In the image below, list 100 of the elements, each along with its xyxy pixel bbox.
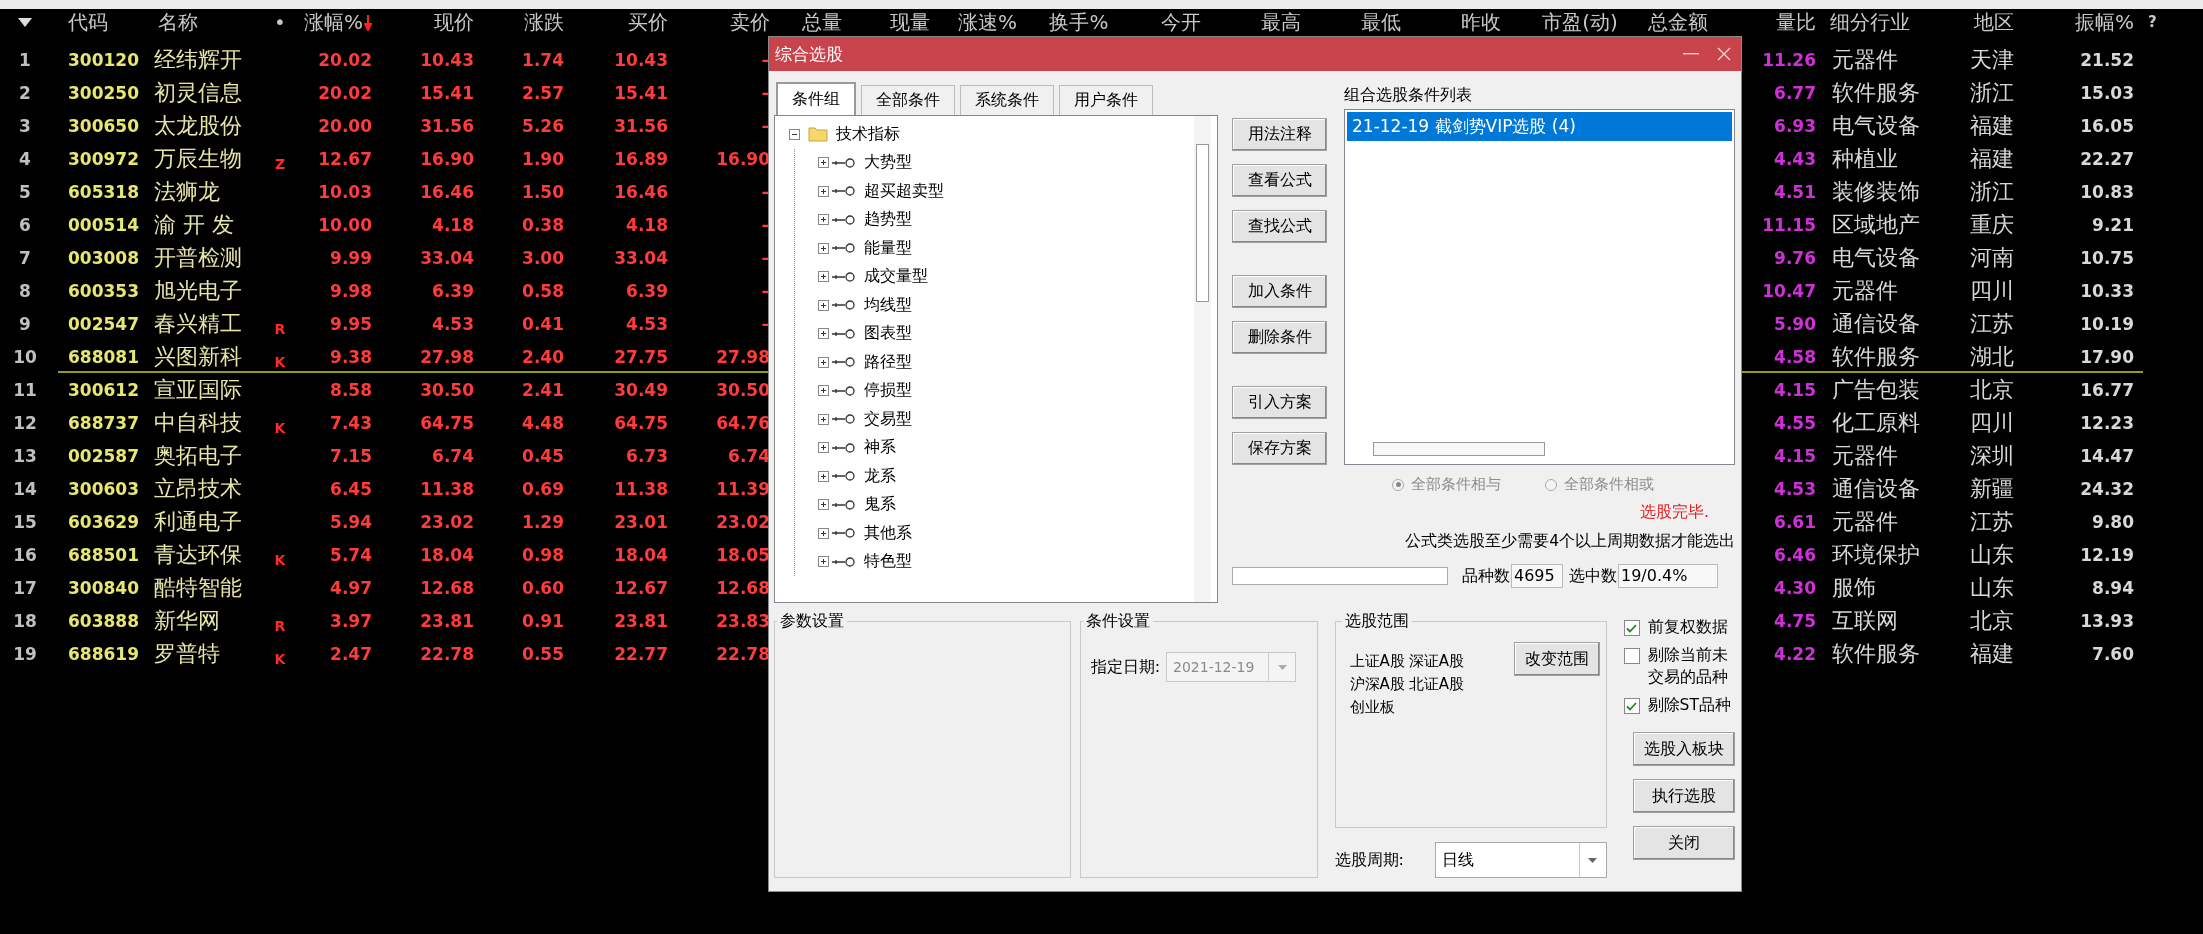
dialog-button[interactable]: 引入方案 [1232, 386, 1327, 419]
expander-icon[interactable] [818, 271, 829, 283]
list-item[interactable]: 21-12-19 截剑势VIP选股 (4) [1347, 112, 1732, 141]
table-cell-text: 23.81 [419, 610, 474, 631]
change-range-button[interactable]: 改变范围 [1513, 642, 1600, 676]
stock-name: 法狮龙 [153, 177, 221, 206]
tree-item[interactable]: 技术指标 [836, 123, 900, 145]
table-cell-text: 11.15 [1761, 214, 1816, 235]
expander-icon[interactable] [818, 157, 829, 169]
tree-item[interactable]: 鬼系 [864, 494, 896, 516]
tree-item[interactable]: 大势型 [864, 152, 912, 174]
dialog-button[interactable]: 关闭 [1633, 826, 1735, 860]
tree-item[interactable]: 特色型 [864, 551, 912, 573]
column-header[interactable]: 振幅% [2075, 10, 2134, 35]
expander-icon[interactable] [818, 299, 829, 311]
tree-item[interactable]: 超买超卖型 [864, 180, 944, 202]
tree-item[interactable]: 其他系 [864, 522, 912, 544]
tree-item[interactable]: 交易型 [864, 408, 912, 430]
expander-icon[interactable] [818, 527, 829, 539]
dialog-button[interactable]: 执行选股 [1633, 779, 1735, 813]
table-cell-text: 4.97 [329, 577, 372, 598]
table-cell-text: 5.26 [521, 115, 564, 136]
column-header[interactable]: 卖价 [730, 10, 770, 35]
checkbox[interactable] [1623, 620, 1640, 636]
expander-icon[interactable] [789, 128, 800, 140]
expander-icon[interactable] [818, 328, 829, 340]
table-cell-text: 6.61 [1773, 511, 1816, 532]
table-cell-text: 5.94 [329, 511, 372, 532]
scrollbar[interactable] [1194, 116, 1211, 602]
dropdown-icon[interactable] [18, 18, 32, 27]
expander-icon[interactable] [818, 556, 829, 568]
checkbox[interactable] [1623, 648, 1640, 664]
tab[interactable]: 全部条件 [861, 85, 955, 115]
tree-item[interactable]: 能量型 [864, 237, 912, 259]
column-header[interactable]: 买价 [628, 10, 668, 35]
dialog-button[interactable]: 查看公式 [1232, 164, 1327, 197]
radio-label: 全部条件相或 [1564, 475, 1654, 494]
expander-icon[interactable] [818, 413, 829, 425]
dialog-button[interactable]: 查找公式 [1232, 210, 1327, 243]
column-header[interactable]: 涨幅% [304, 10, 372, 35]
table-cell-text: 0.91 [521, 610, 564, 631]
tree-item[interactable]: 神系 [864, 437, 896, 459]
column-header[interactable]: ? [2148, 10, 2157, 35]
column-header[interactable]: 涨跌 [524, 10, 564, 35]
tree-item[interactable]: 成交量型 [864, 266, 928, 288]
expander-icon[interactable] [818, 470, 829, 482]
expander-icon[interactable] [818, 242, 829, 254]
dialog-button[interactable]: 选股入板块 [1633, 732, 1735, 766]
column-header[interactable]: 现价 [434, 10, 474, 35]
dialog-button[interactable]: 保存方案 [1232, 432, 1327, 465]
column-header[interactable]: 换手% [1049, 10, 1109, 35]
industry-cell-text: 装修装饰 [1831, 177, 1921, 206]
column-header[interactable]: 地区 [1974, 10, 2014, 35]
stock-flag-label: K [274, 651, 286, 667]
table-cell-text: 2.57 [521, 82, 564, 103]
expander-icon[interactable] [818, 356, 829, 368]
tab[interactable]: 条件组 [776, 82, 856, 115]
tree-item[interactable]: 图表型 [864, 323, 912, 345]
stock-name: 经纬辉开 [153, 45, 243, 74]
column-header[interactable]: • [274, 10, 286, 35]
scrollbar[interactable] [1373, 442, 1545, 456]
expander-icon[interactable] [818, 214, 829, 226]
column-header[interactable]: 总量 [801, 10, 842, 35]
column-header[interactable]: 量比 [1776, 10, 1816, 35]
dialog-button[interactable]: 用法注释 [1232, 118, 1327, 151]
column-header[interactable]: 市盈(动) [1542, 10, 1618, 35]
period-dropdown[interactable]: 日线 [1434, 842, 1607, 878]
tree-item[interactable]: 趋势型 [864, 209, 912, 231]
column-header[interactable]: 最低 [1361, 10, 1401, 35]
field-label: 选股周期: [1334, 849, 1404, 871]
table-cell-text: 1.74 [521, 49, 564, 70]
region-cell-text: 河南 [1969, 243, 2015, 272]
column-header[interactable]: 代码 [68, 10, 108, 35]
dialog-button[interactable]: 删除条件 [1232, 321, 1327, 354]
tree-item[interactable]: 均线型 [864, 294, 912, 316]
column-header[interactable]: 今开 [1160, 10, 1201, 35]
column-header[interactable]: 总金额 [1647, 10, 1708, 35]
expander-icon[interactable] [818, 442, 829, 454]
dialog-button[interactable]: 加入条件 [1232, 275, 1327, 308]
expander-icon[interactable] [818, 385, 829, 397]
tree-item[interactable]: 龙系 [864, 465, 896, 487]
tab[interactable]: 系统条件 [960, 85, 1054, 115]
checkbox[interactable] [1623, 698, 1640, 714]
column-header[interactable]: 现量 [890, 10, 930, 35]
column-header[interactable]: 昨收 [1460, 10, 1501, 35]
table-cell-text: 18.04 [613, 544, 668, 565]
column-header[interactable]: 名称 [158, 10, 198, 35]
tree-item[interactable]: 路径型 [864, 351, 912, 373]
region-cell-text: 江苏 [1969, 309, 2015, 338]
tab[interactable]: 用户条件 [1059, 85, 1153, 115]
column-header[interactable]: 涨速% [958, 10, 1017, 35]
table-cell-text: 10.03 [317, 181, 372, 202]
column-header[interactable]: 细分行业 [1830, 10, 1910, 35]
expander-icon[interactable] [818, 185, 829, 197]
close-icon[interactable] [1717, 47, 1731, 61]
tree-item[interactable]: 停损型 [864, 380, 912, 402]
table-cell-text: 27.98 [419, 346, 474, 367]
column-header[interactable]: 最高 [1261, 10, 1301, 35]
expander-icon[interactable] [818, 499, 829, 511]
table-cell-text: 4.75 [1773, 610, 1816, 631]
